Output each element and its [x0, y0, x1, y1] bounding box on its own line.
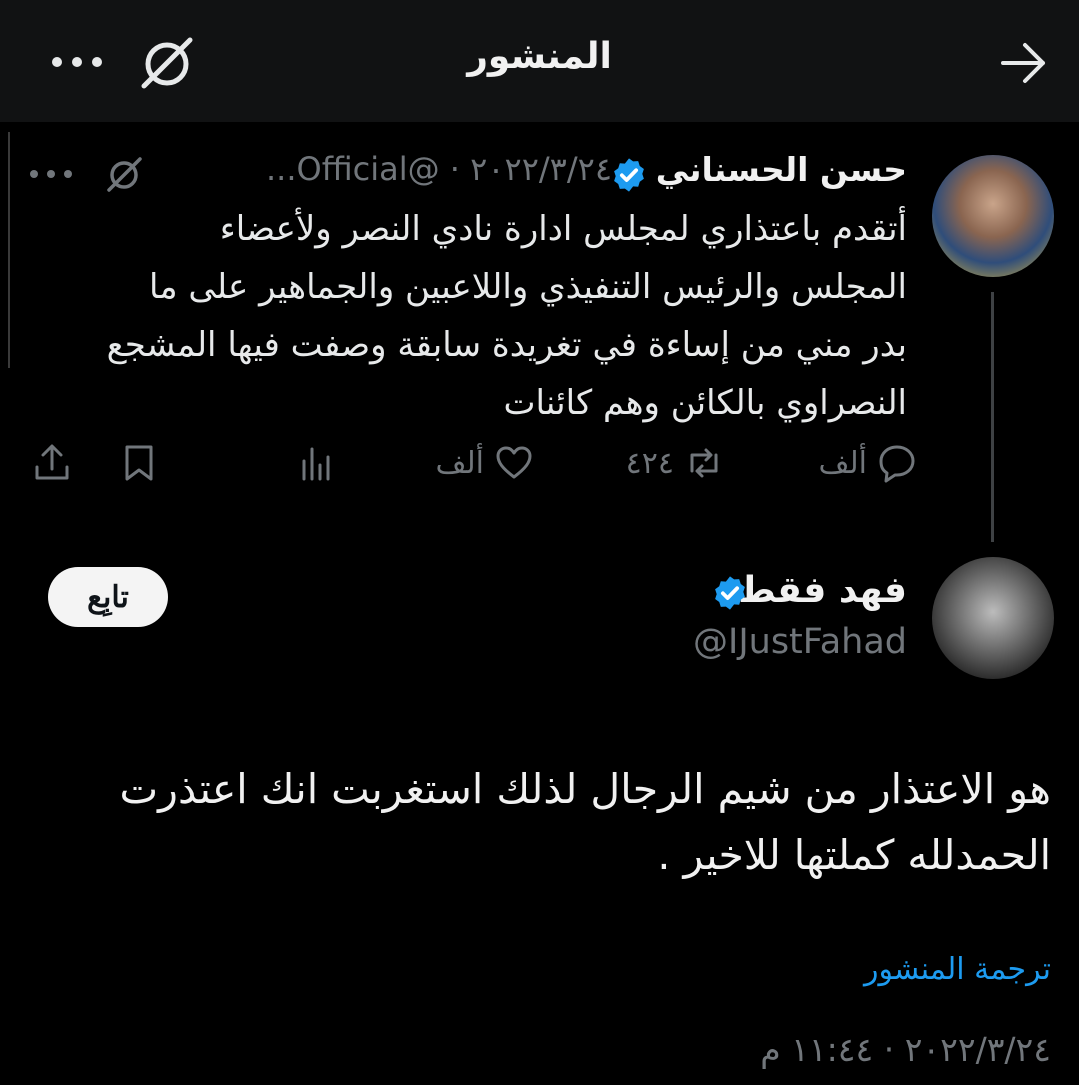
repost-count: ٤٢٤ — [625, 445, 674, 481]
thread-connector-line — [991, 292, 994, 542]
repost-icon — [690, 448, 718, 478]
views-chart-icon — [302, 447, 330, 481]
like-button[interactable]: ألف — [427, 436, 536, 490]
heart-icon — [496, 446, 532, 479]
reply-author-handle[interactable]: @IJustFahad — [693, 622, 907, 662]
grok-icon[interactable] — [138, 36, 196, 90]
repost-button[interactable]: ٤٢٤ — [618, 436, 726, 490]
quote-indicator-line — [8, 132, 10, 368]
reply-count: ألف — [818, 445, 867, 481]
views-button[interactable] — [296, 436, 340, 490]
reply-post-body: هو الاعتذار من شيم الرجال لذلك استغربت ا… — [31, 756, 1051, 888]
quoted-author-name[interactable]: حسن الحسناني — [656, 150, 907, 189]
quoted-body-line: بدر مني من إساءة في تغريدة سابقة وصفت في… — [106, 325, 907, 365]
quoted-meta: ...Official@ · ٢٠٢٢/٣/٢٤ — [265, 150, 612, 188]
quoted-body-line: المجلس والرئيس التنفيذي واللاعبين والجما… — [149, 267, 907, 307]
share-button[interactable] — [30, 436, 74, 490]
quoted-body-line: أتقدم باعتذاري لمجلس ادارة نادي النصر ول… — [219, 209, 907, 249]
reply-button[interactable]: ألف — [810, 436, 919, 490]
verified-badge-icon — [614, 158, 644, 192]
share-icon — [35, 444, 69, 480]
avatar[interactable] — [932, 557, 1054, 679]
translate-post-link[interactable]: ترجمة المنشور — [864, 952, 1051, 987]
bookmark-button[interactable] — [117, 436, 161, 490]
quoted-post-body: أتقدم باعتذاري لمجلس ادارة نادي النصر ول… — [27, 200, 907, 432]
follow-button[interactable]: تابِع — [48, 567, 168, 627]
bookmark-icon — [125, 445, 153, 481]
reply-body-line: هو الاعتذار من شيم الرجال لذلك استغربت ا… — [119, 765, 1051, 813]
reply-icon — [879, 445, 915, 483]
quoted-body-line: النصراوي بالكائن وهم كائنات — [503, 383, 907, 423]
reply-body-line: الحمدلله كملتها للاخير . — [657, 831, 1051, 879]
top-bar: المنشور — [0, 0, 1079, 122]
post-timestamp[interactable]: ٢٠٢٢/٣/٢٤ · ١١:٤٤ م — [760, 1030, 1051, 1069]
more-horizontal-icon[interactable] — [50, 44, 104, 80]
more-horizontal-icon[interactable] — [28, 160, 74, 188]
avatar[interactable] — [932, 155, 1054, 277]
reply-author-name[interactable]: فهد فقط. — [725, 570, 907, 611]
verified-badge-icon — [715, 576, 745, 610]
grok-icon[interactable] — [104, 154, 144, 194]
like-count: ألف — [435, 445, 484, 481]
arrow-right-icon[interactable] — [999, 40, 1049, 86]
